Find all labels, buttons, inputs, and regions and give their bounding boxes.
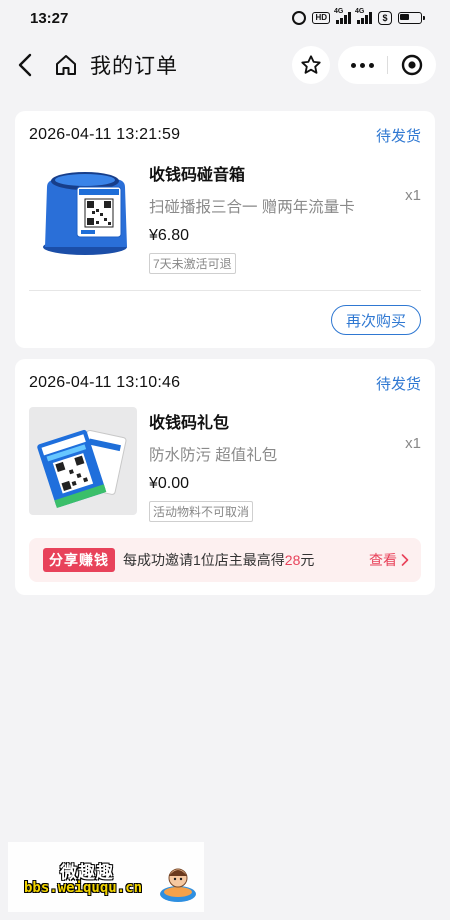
share-text-suffix: 元 [300, 552, 315, 568]
order-status: 待发货 [375, 375, 421, 393]
product-tag: 7天未激活可退 [149, 253, 236, 274]
status-time: 13:27 [30, 9, 69, 27]
share-badge: 分享赚钱 [43, 548, 115, 572]
share-amount: 28 [284, 552, 301, 568]
home-icon [56, 55, 76, 75]
watermark-url: bbs.weiququ.cn [24, 880, 143, 896]
order-time: 2026-04-11 13:10:46 [29, 374, 181, 391]
chevron-right-icon [401, 554, 409, 566]
favorite-button[interactable] [292, 46, 330, 84]
product-image [29, 159, 137, 267]
share-text-prefix: 每成功邀请1位店主最高得 [123, 552, 285, 568]
more-button[interactable] [338, 46, 387, 84]
sim1-label: 4G [334, 8, 344, 15]
gift-pack-product-image [37, 429, 127, 508]
product-price: ¥6.80 [149, 227, 190, 244]
product-name: 收钱码碰音箱 [149, 167, 246, 184]
share-earn-banner[interactable]: 分享赚钱 每成功邀请1位店主最高得28元 查看 [29, 538, 421, 582]
battery-icon [398, 12, 425, 24]
order-header: 2026-04-11 13:10:46 待发货 [15, 359, 435, 407]
back-button[interactable] [12, 45, 38, 85]
order-header: 2026-04-11 13:21:59 待发货 [15, 111, 435, 159]
product-info: 收钱码碰音箱 扫碰播报三合一 赠两年流量卡 x1 ¥6.80 7天未激活可退 [149, 159, 421, 274]
order-time: 2026-04-11 13:21:59 [29, 126, 181, 143]
signal-icon: 4G [355, 8, 372, 24]
hd-icon: HD [312, 12, 330, 24]
mini-program-capsule [338, 46, 436, 84]
product-info: 收钱码礼包 防水防污 超值礼包 x1 ¥0.00 活动物料不可取消 [149, 407, 421, 522]
speaker-product-image [43, 172, 127, 255]
share-text: 每成功邀请1位店主最高得28元 [123, 550, 314, 570]
order-card[interactable]: 2026-04-11 13:21:59 待发货 收钱码碰音箱 扫碰播报三合一 赠… [15, 111, 435, 348]
page-title: 我的订单 [90, 55, 178, 78]
nav-bar: 我的订单 [0, 36, 450, 94]
product-desc: 扫碰播报三合一 赠两年流量卡 [149, 199, 355, 216]
more-dots-icon [350, 62, 356, 68]
view-link-label: 查看 [369, 552, 397, 568]
signal-icon: 4G [334, 8, 351, 24]
order-status: 待发货 [375, 127, 421, 145]
rebuy-button[interactable]: 再次购买 [331, 305, 421, 335]
product-desc: 防水防污 超值礼包 [149, 447, 278, 464]
product-tag: 活动物料不可取消 [149, 501, 254, 522]
home-button[interactable] [52, 45, 80, 85]
nav-actions [292, 46, 436, 84]
product-price: ¥0.00 [149, 475, 190, 492]
product-image [29, 407, 137, 515]
close-circle-icon [401, 54, 422, 76]
product-quantity: x1 [405, 187, 421, 204]
watermark-mascot-icon [160, 868, 196, 902]
product-row[interactable]: 收钱码礼包 防水防污 超值礼包 x1 ¥0.00 活动物料不可取消 [15, 407, 435, 522]
product-row[interactable]: 收钱码碰音箱 扫碰播报三合一 赠两年流量卡 x1 ¥6.80 7天未激活可退 [15, 159, 435, 274]
status-icons: HD 4G 4G $ [292, 8, 425, 25]
product-quantity: x1 [405, 435, 421, 452]
watermark: 微趣趣 bbs.weiququ.cn [8, 842, 204, 912]
alarm-icon [292, 11, 307, 25]
order-footer: 再次购买 [15, 291, 435, 349]
sim2-label: 4G [355, 8, 365, 15]
view-link[interactable]: 查看 [369, 550, 409, 570]
star-icon [301, 55, 321, 74]
order-card[interactable]: 2026-04-11 13:10:46 待发货 收钱码礼包 防水防污 超值礼包 … [15, 359, 435, 595]
status-bar: 13:27 HD 4G 4G $ [0, 0, 450, 36]
close-button[interactable] [388, 46, 437, 84]
back-arrow-icon [18, 53, 32, 77]
product-name: 收钱码礼包 [149, 415, 230, 432]
dollar-shield-icon: $ [378, 11, 392, 25]
